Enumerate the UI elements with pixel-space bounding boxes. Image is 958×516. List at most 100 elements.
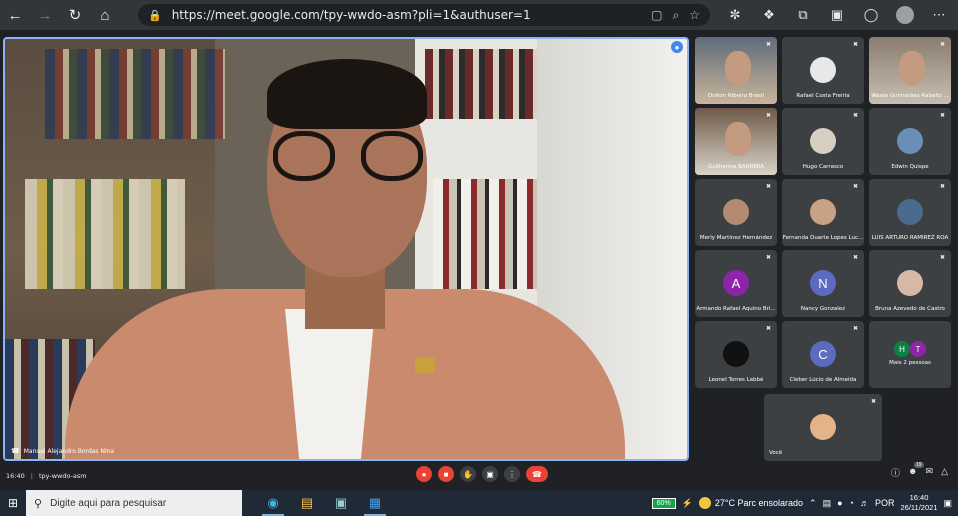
participant-initial-avatar: C: [810, 341, 836, 367]
volume-icon[interactable]: ♬: [860, 498, 869, 508]
participant-initial-avatar: H: [894, 341, 910, 357]
participant-tile[interactable]: N ✖ Nancy Gonzalez: [782, 250, 864, 317]
reload-icon[interactable]: ↻: [60, 0, 90, 30]
participant-avatar: [897, 270, 923, 296]
raise-hand-icon[interactable]: ✋: [460, 466, 476, 482]
extension-colorful-icon[interactable]: ✼: [718, 0, 752, 30]
more-menu-icon[interactable]: ⋯: [922, 0, 956, 30]
participant-tile[interactable]: ✖ LUIS ARTURO RAMIREZ ROA: [869, 179, 951, 246]
notifications-icon[interactable]: ▣: [943, 498, 952, 509]
favorite-icon[interactable]: ☆: [689, 8, 700, 22]
participant-name: Nancy Gonzalez: [800, 306, 846, 312]
muted-mic-icon: ✖: [765, 42, 771, 48]
profile-button[interactable]: [888, 0, 922, 30]
mic-icon: ☎: [11, 447, 20, 455]
weather-text: 27°C Parc ensolarado: [714, 498, 804, 508]
speaking-indicator-icon: ●: [671, 41, 683, 53]
calendar-icon[interactable]: ▦: [358, 490, 392, 516]
participant-tile[interactable]: ✖ Fernanda Duarte Lopes Luc...: [782, 179, 864, 246]
muted-mic-icon: ✖: [870, 399, 876, 405]
tray-chevron-icon[interactable]: ⌃: [809, 498, 817, 509]
collections-icon[interactable]: ⧉: [786, 0, 820, 30]
muted-mic-icon: ✖: [939, 184, 945, 190]
participant-name: Hugo Carrasco: [802, 164, 844, 170]
participant-avatar: [810, 57, 836, 83]
main-speaker-video[interactable]: ● ☎ Manuel Alejandro Bordas Nina: [3, 37, 689, 461]
participant-tile[interactable]: ✖ Bruna Azevedo de Castro: [869, 250, 951, 317]
forward-icon[interactable]: →: [30, 0, 60, 30]
muted-mic-icon: ✖: [939, 42, 945, 48]
participant-tile[interactable]: ✖ Doiton Ribeiro Brasil: [695, 37, 777, 104]
screenshot-icon[interactable]: ▣: [820, 0, 854, 30]
muted-mic-icon: ✖: [765, 184, 771, 190]
participant-name: Doiton Ribeiro Brasil: [707, 93, 765, 99]
speaker-hair: [267, 59, 427, 129]
camera-off-icon[interactable]: ■: [438, 466, 454, 482]
participant-name: Você: [769, 450, 783, 456]
participant-tile[interactable]: ✖ Wania Guimarães Rabello ...: [869, 37, 951, 104]
more-participants-avatars: HT: [894, 341, 926, 357]
participant-tile[interactable]: ✖ Guilherme BARRERA: [695, 108, 777, 175]
chat-icon[interactable]: ✉: [926, 466, 934, 479]
file-explorer-icon[interactable]: ▤: [290, 490, 324, 516]
participant-tile[interactable]: ✖ Rafael Costa Freiria: [782, 37, 864, 104]
mic-tray-icon[interactable]: ●: [837, 498, 842, 508]
participant-avatar: [723, 341, 749, 367]
participant-initial-avatar: N: [810, 270, 836, 296]
muted-mic-icon: ✖: [765, 113, 771, 119]
weather-widget[interactable]: 27°C Parc ensolarado: [698, 497, 804, 509]
participant-avatar: [723, 199, 749, 225]
url-text: https://meet.google.com/tpy-wwdo-asm?pli…: [171, 8, 531, 22]
participant-name: Rafael Costa Freiria: [796, 93, 850, 99]
more-options-icon[interactable]: ⋮: [504, 466, 520, 482]
network-icon[interactable]: ▤: [823, 498, 832, 509]
clock[interactable]: 16:40 26/11/2021: [901, 493, 938, 513]
participant-tile[interactable]: A ✖ Armando Rafael Aquino Bri...: [695, 250, 777, 317]
present-screen-icon[interactable]: ▣: [482, 466, 498, 482]
address-bar[interactable]: 🔒 https://meet.google.com/tpy-wwdo-asm?p…: [138, 4, 710, 26]
participant-tile[interactable]: ✖ Leonel Torres Labbé: [695, 321, 777, 388]
taskbar-search[interactable]: ⚲ Digite aqui para pesquisar: [26, 490, 242, 516]
windows-start-icon[interactable]: ⊞: [0, 490, 26, 516]
participant-tile[interactable]: C ✖ Cleber Lúcio de Almeida: [782, 321, 864, 388]
battery-indicator[interactable]: 60%: [651, 497, 676, 509]
books: [25, 179, 185, 289]
mic-off-icon[interactable]: ●: [416, 466, 432, 482]
clock-date: 26/11/2021: [900, 503, 938, 512]
leave-call-icon[interactable]: ☎: [526, 466, 548, 482]
participant-name: Bruna Azevedo de Castro: [875, 306, 945, 312]
zoom-icon[interactable]: ⌕: [673, 8, 680, 23]
participant-tile[interactable]: H T Mais 2 pessoas: [869, 321, 951, 388]
task-view-icon[interactable]: [242, 490, 256, 516]
language-indicator[interactable]: POR: [875, 498, 895, 508]
shield-icon[interactable]: ◯: [854, 0, 888, 30]
wifi-icon[interactable]: ◔: [849, 498, 854, 508]
extensions-puzzle-icon[interactable]: ❖: [752, 0, 786, 30]
participants-icon[interactable]: ☻ 19: [908, 462, 924, 479]
participant-tile[interactable]: ✖ Edwin Quispe: [869, 108, 951, 175]
home-icon[interactable]: ⌂: [90, 0, 120, 30]
app-icon[interactable]: ▣: [324, 490, 358, 516]
participant-avatar: [810, 199, 836, 225]
camera-icon[interactable]: ▢: [651, 8, 662, 22]
participant-name: Wania Guimarães Rabello ...: [871, 93, 949, 99]
participant-initial-avatar: T: [910, 341, 926, 357]
search-placeholder: Digite aqui para pesquisar: [50, 497, 167, 509]
speaker-glasses: [273, 131, 423, 181]
participant-name: LUIS ARTURO RAMIREZ ROA: [871, 235, 949, 241]
edge-browser-icon[interactable]: ◉: [256, 490, 290, 516]
meeting-code: tpy-wwdo-asm: [38, 472, 87, 480]
participant-avatar: [897, 199, 923, 225]
participant-tile[interactable]: ✖ Você: [764, 394, 882, 461]
lapel-pin: [415, 357, 435, 373]
participant-tile[interactable]: ✖ Hugo Carrasco: [782, 108, 864, 175]
back-icon[interactable]: ←: [0, 0, 30, 30]
books: [425, 49, 545, 119]
search-icon: ⚲: [34, 497, 43, 510]
participant-tile[interactable]: ✖ Merly Martínez Hernández: [695, 179, 777, 246]
muted-mic-icon: ✖: [939, 255, 945, 261]
activities-icon[interactable]: △: [941, 466, 948, 479]
participant-name: Armando Rafael Aquino Bri...: [696, 306, 776, 312]
muted-mic-icon: ✖: [852, 184, 858, 190]
meeting-info-icon[interactable]: ⓘ: [891, 466, 900, 479]
